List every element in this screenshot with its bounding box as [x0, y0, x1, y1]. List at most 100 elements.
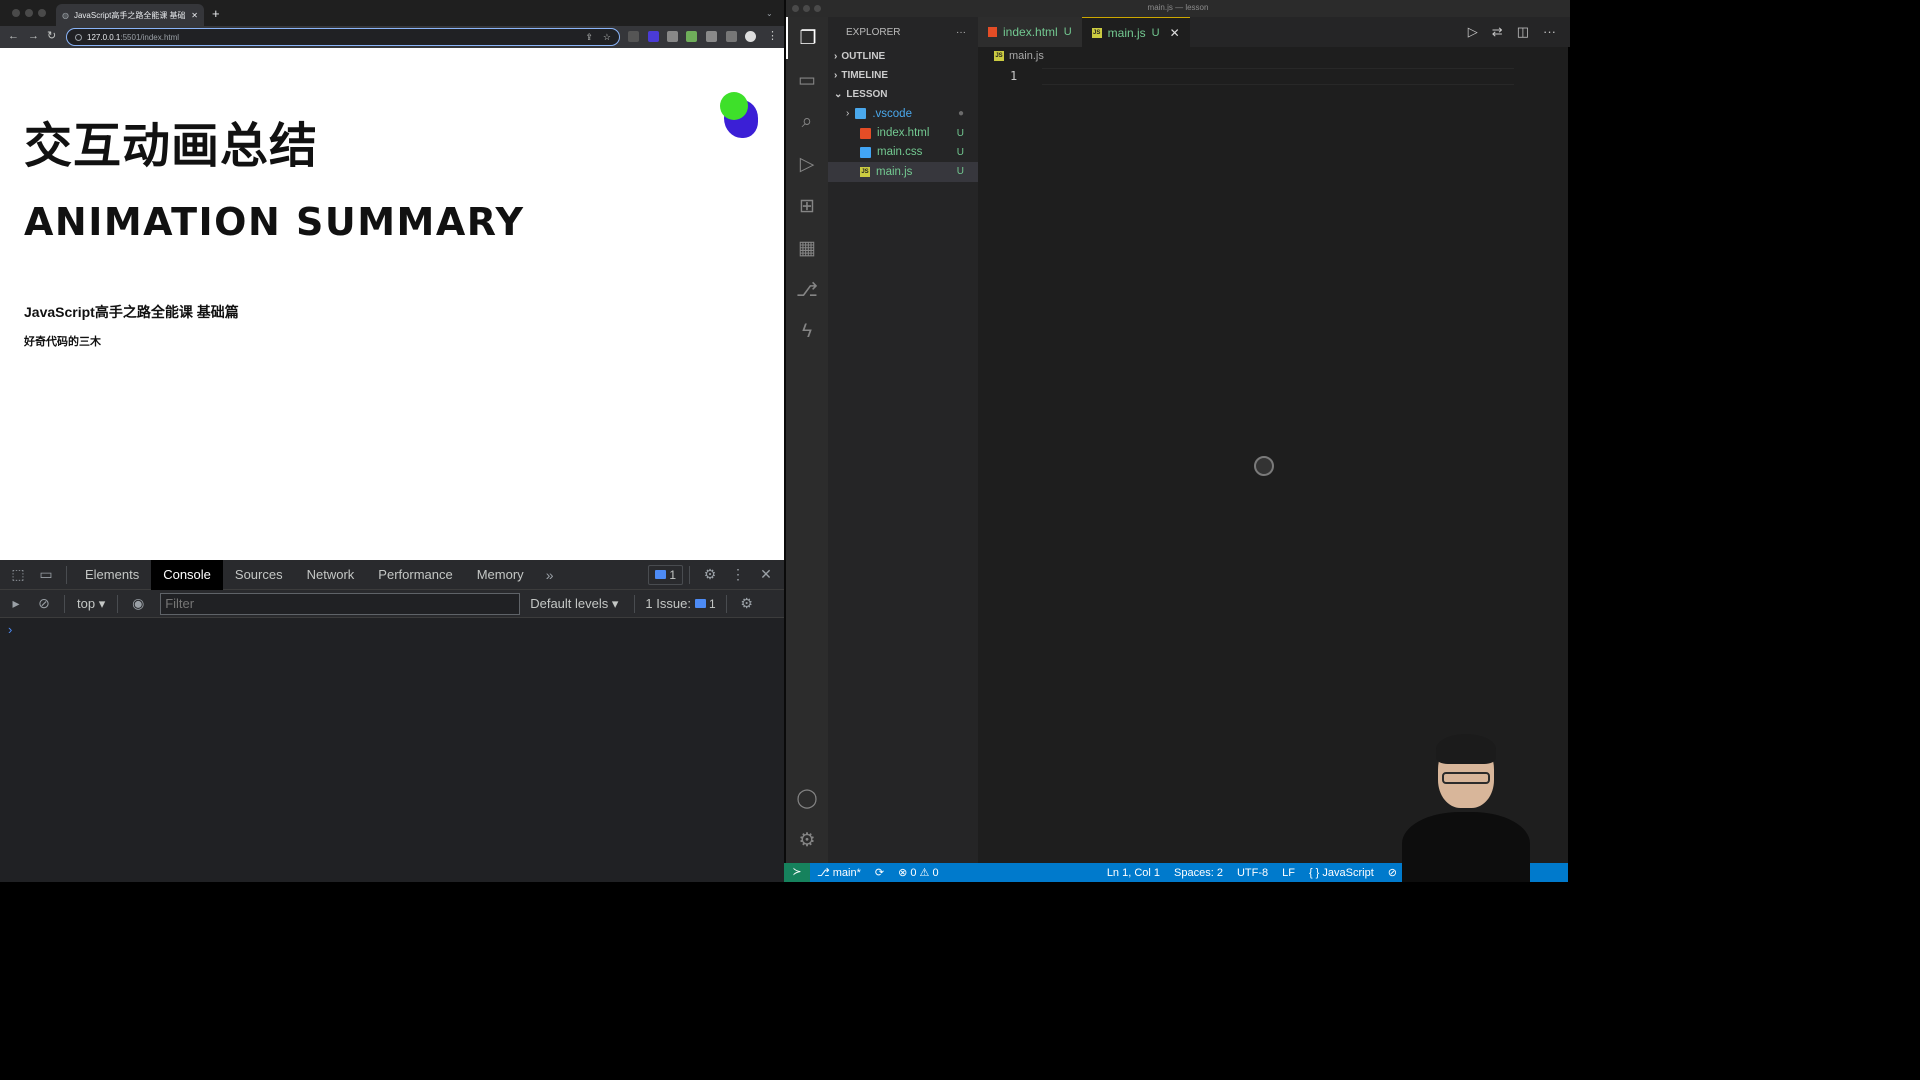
run-debug-icon[interactable]: ▷	[786, 143, 828, 185]
editor-actions: ▷ ⇄ ◫ ···	[1468, 24, 1570, 40]
extension-fx-icon[interactable]	[628, 31, 639, 42]
devtools-tabbar: ⬚ ▭ Elements Console Sources Network Per…	[0, 559, 784, 590]
tab-memory[interactable]: Memory	[465, 560, 536, 590]
context-value: top	[77, 595, 96, 611]
explorer-header: EXPLORER ···	[828, 17, 978, 47]
tree-item-label: index.html	[877, 127, 930, 140]
extension-screen-icon[interactable]	[686, 31, 697, 42]
side-panel-icon[interactable]	[726, 31, 737, 42]
tab-console[interactable]: Console	[151, 559, 223, 590]
site-info-icon[interactable]	[75, 33, 82, 41]
run-icon[interactable]: ▷	[1468, 24, 1478, 40]
branch-icon: ⎇	[817, 867, 833, 879]
inspect-element-icon[interactable]: ⬚	[4, 566, 32, 583]
vscode-titlebar: main.js — lesson	[786, 0, 1570, 17]
tab-elements[interactable]: Elements	[73, 560, 151, 590]
language-mode[interactable]: { } JavaScript	[1302, 867, 1381, 879]
close-tab-icon[interactable]: ✕	[191, 11, 198, 20]
breadcrumb-file: main.js	[1009, 50, 1044, 62]
message-count-badge[interactable]: 1	[648, 564, 683, 585]
tab-performance[interactable]: Performance	[366, 560, 464, 590]
zoom-window-button[interactable]	[38, 9, 46, 17]
current-line-highlight[interactable]	[1042, 68, 1514, 85]
chevron-right-icon: ›	[846, 108, 850, 120]
devtools-settings-gear-icon[interactable]: ⚙	[696, 566, 724, 583]
tab-search-icon[interactable]: ⌄	[766, 9, 773, 18]
browser-tab-title: JavaScript高手之路全能课 基础	[73, 10, 186, 20]
console-settings-gear-icon[interactable]: ⚙	[733, 595, 761, 612]
section-timeline[interactable]: › TIMELINE	[828, 66, 978, 85]
log-levels-dropdown[interactable]: Default levels ▾	[520, 596, 628, 612]
page-subtitle: JavaScript高手之路全能课 基础篇	[24, 304, 239, 320]
tree-item-main-js[interactable]: JS main.js U	[828, 162, 978, 182]
close-tab-icon[interactable]: ✕	[1170, 26, 1180, 40]
devtools-menu-icon[interactable]: ⋮	[724, 566, 752, 583]
browser-tab[interactable]: ◍ JavaScript高手之路全能课 基础 ✕	[56, 4, 204, 26]
section-lesson[interactable]: ⌄ LESSON	[828, 85, 978, 104]
close-devtools-icon[interactable]: ✕	[752, 566, 780, 583]
warning-icon: ⚠	[919, 867, 933, 879]
share-icon[interactable]: ⇪	[585, 32, 593, 43]
manage-gear-icon[interactable]: ⚙	[786, 819, 828, 861]
remote-indicator-icon[interactable]: ≻	[784, 863, 810, 882]
editor-tab-main-js[interactable]: JS main.js U ✕	[1081, 17, 1190, 47]
tree-item-main-css[interactable]: main.css U	[828, 143, 978, 162]
docker-icon[interactable]: ▦	[786, 227, 828, 269]
back-icon[interactable]: ←	[8, 31, 19, 42]
profile-avatar-icon[interactable]	[745, 31, 756, 42]
git-branch[interactable]: ⎇ main*	[810, 866, 868, 879]
extension-n-icon[interactable]	[667, 31, 678, 42]
extensions-icon[interactable]: ⊞	[786, 185, 828, 227]
extension-vue-icon[interactable]	[648, 31, 659, 42]
explorer-files-icon[interactable]: ❐	[786, 17, 828, 59]
sync-icon[interactable]: ⟳	[868, 866, 891, 879]
section-outline[interactable]: › OUTLINE	[828, 47, 978, 66]
bookmark-star-icon[interactable]: ☆	[603, 32, 611, 43]
context-selector[interactable]: top ▾	[71, 596, 111, 612]
editor-tab-index-html[interactable]: index.html U	[978, 17, 1082, 47]
extensions-puzzle-icon[interactable]	[706, 31, 717, 42]
more-tabs-icon[interactable]: »	[536, 567, 564, 583]
tab-sources[interactable]: Sources	[223, 560, 295, 590]
html-file-icon	[988, 27, 997, 37]
more-actions-icon[interactable]: ···	[956, 27, 966, 38]
section-label: TIMELINE	[841, 70, 889, 81]
problems-indicator[interactable]: ⊗ 0 ⚠ 0	[891, 866, 946, 879]
sidebar-toggle-icon[interactable]: ▸	[2, 595, 30, 612]
cursor-position[interactable]: Ln 1, Col 1	[1100, 867, 1167, 879]
live-expression-eye-icon[interactable]: ◉	[124, 595, 152, 612]
split-editor-icon[interactable]: ◫	[1517, 24, 1529, 40]
new-tab-button[interactable]: +	[212, 7, 220, 20]
remote-explorer-icon[interactable]: ▭	[786, 59, 828, 101]
compare-changes-icon[interactable]: ⇄	[1492, 24, 1503, 40]
untracked-status: U	[956, 146, 964, 158]
address-bar[interactable]: 127.0.0.1:5501/index.html ⇪ ☆	[66, 28, 620, 46]
editor-tabs: index.html U JS main.js U ✕ ▷ ⇄ ◫ ···	[978, 17, 1570, 47]
minimize-window-button[interactable]	[25, 9, 33, 17]
tab-network[interactable]: Network	[295, 560, 367, 590]
clear-console-icon[interactable]: ⊘	[30, 595, 58, 612]
indentation[interactable]: Spaces: 2	[1167, 867, 1230, 879]
divider	[634, 594, 636, 613]
console-prompt[interactable]: ›	[8, 622, 12, 637]
encoding[interactable]: UTF-8	[1230, 867, 1275, 879]
issues-button[interactable]: 1 Issue: 1	[641, 594, 719, 614]
url-host: 127.0.0.1	[87, 32, 121, 42]
end-of-line[interactable]: LF	[1275, 867, 1302, 879]
browser-menu-icon[interactable]: ⋮	[767, 31, 778, 42]
device-toolbar-icon[interactable]: ▭	[32, 566, 60, 583]
accounts-icon[interactable]: ◯	[786, 777, 828, 819]
language-name: JavaScript	[1322, 866, 1374, 879]
more-actions-icon[interactable]: ···	[1543, 24, 1556, 40]
thunder-client-icon[interactable]: ϟ	[786, 311, 828, 353]
tree-item-vscode-folder[interactable]: › .vscode ●	[828, 104, 978, 123]
search-icon[interactable]: ⌕	[786, 101, 828, 143]
git-graph-icon[interactable]: ⎇	[786, 269, 828, 311]
console-filter-input[interactable]	[160, 592, 521, 615]
breadcrumb[interactable]: JS main.js	[994, 50, 1044, 62]
tree-item-index-html[interactable]: index.html U	[828, 123, 978, 142]
reload-icon[interactable]: ↻	[47, 31, 56, 42]
explorer-title: EXPLORER	[846, 26, 901, 38]
forward-icon[interactable]: →	[28, 31, 39, 42]
close-window-button[interactable]	[12, 9, 20, 17]
